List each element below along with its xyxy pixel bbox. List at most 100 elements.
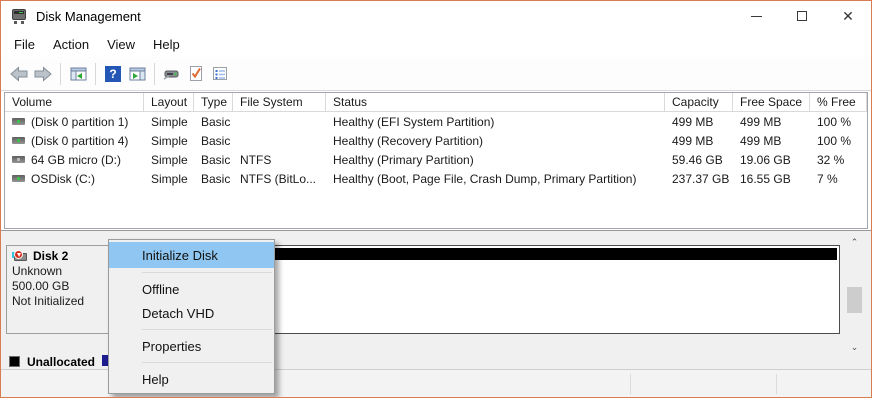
volume-status: Healthy (EFI System Partition) (326, 112, 665, 131)
volume-row-disk0-partition4[interactable]: (Disk 0 partition 4) Simple Basic Health… (5, 131, 867, 150)
show-console-tree-button[interactable] (67, 62, 89, 86)
column-header-file-system[interactable]: File System (233, 93, 326, 111)
volume-capacity: 59.46 GB (665, 150, 733, 169)
column-header-capacity[interactable]: Capacity (665, 93, 733, 111)
window-title: Disk Management (36, 9, 141, 24)
menu-separator (142, 329, 272, 330)
menu-separator (142, 362, 272, 363)
volume-row-disk0-partition1[interactable]: (Disk 0 partition 1) Simple Basic Health… (5, 112, 867, 131)
show-action-pane-button[interactable] (126, 62, 148, 86)
volume-name: 64 GB micro (D:) (31, 153, 121, 167)
volume-free-space: 16.55 GB (733, 169, 810, 188)
menu-item-detach-vhd[interactable]: Detach VHD (109, 301, 274, 325)
scroll-up-icon: ⌃ (851, 237, 859, 248)
forward-arrow-icon (34, 66, 52, 82)
toolbar-separator (154, 63, 155, 85)
window-controls: ✕ (733, 1, 871, 31)
scroll-down-button[interactable]: ⌄ (846, 339, 863, 355)
volume-layout: Simple (144, 112, 194, 131)
check-document-button[interactable] (185, 62, 207, 86)
volume-layout: Simple (144, 169, 194, 188)
menu-help[interactable]: Help (144, 33, 189, 56)
remote-device-icon (163, 66, 181, 82)
volume-row-osdisk-c[interactable]: OSDisk (C:) Simple Basic NTFS (BitLo... … (5, 169, 867, 188)
volume-list-header: Volume Layout Type File System Status Ca… (5, 93, 867, 112)
back-arrow-icon (10, 66, 28, 82)
toolbar: ? (1, 57, 871, 91)
column-header-pct-free[interactable]: % Free (810, 93, 867, 111)
scroll-up-button[interactable]: ⌃ (846, 234, 863, 250)
toolbar-separator (60, 63, 61, 85)
close-button[interactable]: ✕ (825, 1, 871, 31)
status-bar-divider (630, 374, 631, 394)
status-bar-divider (776, 374, 777, 394)
disk-management-window: Disk Management ✕ File Action View Help (0, 0, 872, 398)
volume-free-space: 499 MB (733, 131, 810, 150)
action-pane-icon (129, 66, 146, 82)
volume-file-system: NTFS (233, 150, 326, 169)
volume-pct-free: 32 % (810, 150, 867, 169)
back-button[interactable] (8, 62, 30, 86)
menu-file[interactable]: File (5, 33, 44, 56)
toolbar-separator (95, 63, 96, 85)
volume-pct-free: 100 % (810, 131, 867, 150)
help-icon: ? (105, 66, 121, 82)
volume-name: (Disk 0 partition 4) (31, 134, 128, 148)
minimize-icon (751, 16, 762, 17)
maximize-button[interactable] (779, 1, 825, 31)
menu-item-help[interactable]: Help (109, 367, 274, 391)
column-header-status[interactable]: Status (326, 93, 665, 111)
disk2-capacity: 500.00 GB (12, 279, 103, 294)
scrollbar-thumb[interactable] (847, 287, 862, 313)
volume-pct-free: 100 % (810, 112, 867, 131)
title-bar: Disk Management ✕ (1, 1, 871, 31)
disk2-info-panel[interactable]: Disk 2 Unknown 500.00 GB Not Initialized (6, 245, 109, 334)
menu-item-offline[interactable]: Offline (109, 277, 274, 301)
volume-file-system: NTFS (BitLo... (233, 169, 326, 188)
properties-list-button[interactable] (209, 62, 231, 86)
volume-icon (12, 175, 25, 182)
volume-status: Healthy (Boot, Page File, Crash Dump, Pr… (326, 169, 665, 188)
column-header-type[interactable]: Type (194, 93, 233, 111)
close-icon: ✕ (842, 9, 854, 23)
menu-item-initialize-disk[interactable]: Initialize Disk (109, 242, 274, 268)
volume-free-space: 19.06 GB (733, 150, 810, 169)
volume-capacity: 499 MB (665, 112, 733, 131)
volume-icon (12, 137, 25, 144)
menu-bar: File Action View Help (1, 31, 871, 57)
column-header-free-space[interactable]: Free Space (733, 93, 810, 111)
menu-item-properties[interactable]: Properties (109, 334, 274, 358)
vertical-scrollbar[interactable]: ⌃ ⌄ (846, 234, 863, 355)
volume-status: Healthy (Recovery Partition) (326, 131, 665, 150)
volume-type: Basic (194, 112, 233, 131)
menu-separator (142, 272, 272, 273)
unallocated-label: Unallocated (27, 355, 95, 369)
minimize-button[interactable] (733, 1, 779, 31)
volume-name: OSDisk (C:) (31, 172, 95, 186)
volume-icon (12, 156, 25, 163)
volume-icon (12, 118, 25, 125)
volume-layout: Simple (144, 131, 194, 150)
volume-type: Basic (194, 131, 233, 150)
maximize-icon (797, 11, 807, 21)
volume-status: Healthy (Primary Partition) (326, 150, 665, 169)
column-header-volume[interactable]: Volume (5, 93, 144, 111)
console-tree-icon (70, 66, 87, 82)
svg-text:?: ? (109, 67, 116, 81)
help-button[interactable]: ? (102, 62, 124, 86)
volume-row-64gb-micro-d[interactable]: 64 GB micro (D:) Simple Basic NTFS Healt… (5, 150, 867, 169)
forward-button[interactable] (32, 62, 54, 86)
volume-pct-free: 7 % (810, 169, 867, 188)
volume-file-system (233, 131, 326, 150)
volume-type: Basic (194, 169, 233, 188)
volume-free-space: 499 MB (733, 112, 810, 131)
disk2-type: Unknown (12, 264, 103, 279)
volume-capacity: 237.37 GB (665, 169, 733, 188)
column-header-layout[interactable]: Layout (144, 93, 194, 111)
volume-list-panel: Volume Layout Type File System Status Ca… (4, 92, 868, 229)
remote-device-button[interactable] (161, 62, 183, 86)
menu-view[interactable]: View (98, 33, 144, 56)
volume-layout: Simple (144, 150, 194, 169)
menu-action[interactable]: Action (44, 33, 98, 56)
volume-file-system (233, 112, 326, 131)
